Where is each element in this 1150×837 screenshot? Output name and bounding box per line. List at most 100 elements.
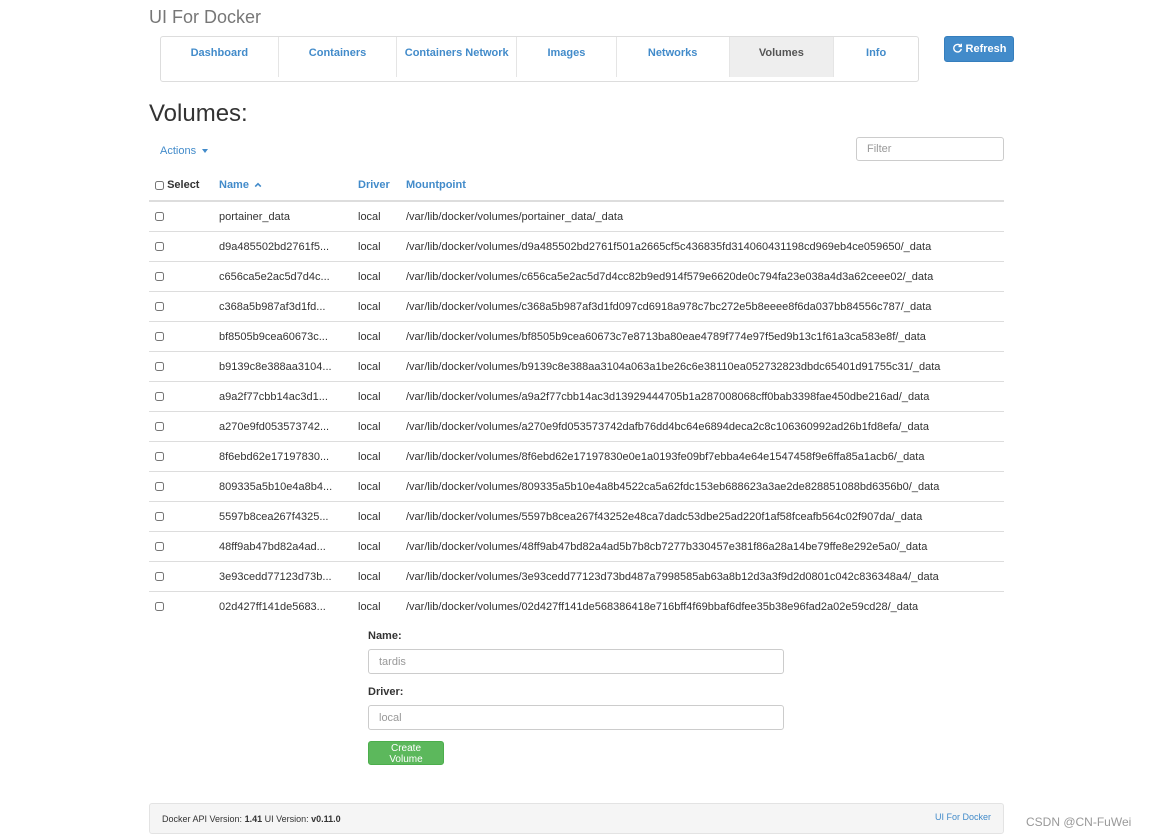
tab-containers[interactable]: Containers (279, 37, 398, 77)
row-select-checkbox[interactable] (155, 392, 164, 402)
table-row[interactable]: d9a485502bd2761f5... local/var/lib/docker… (149, 231, 1004, 262)
volume-driver-input[interactable] (368, 705, 784, 730)
caret-down-icon (202, 149, 209, 153)
create-volume-button[interactable]: Create Volume (368, 741, 444, 765)
filter-input[interactable] (856, 137, 1004, 161)
table-row[interactable]: 02d427ff141de5683... local/var/lib/docker… (149, 591, 1004, 621)
volume-mountpoint-cell: /var/lib/docker/volumes/a9a2f77cbb14ac3d… (406, 381, 1004, 412)
mountpoint-column-header[interactable]: Mountpoint (406, 170, 1004, 202)
row-select-checkbox[interactable] (155, 542, 164, 552)
name-field-label: Name: (368, 630, 402, 642)
volume-name-cell: a270e9fd053573742... (219, 411, 358, 442)
row-select-checkbox[interactable] (155, 332, 164, 342)
table-row[interactable]: 809335a5b10e4a8b4... local/var/lib/docker… (149, 471, 1004, 502)
refresh-icon (952, 42, 963, 56)
table-row[interactable]: 5597b8cea267f4325... local/var/lib/docker… (149, 501, 1004, 532)
volume-name-cell: portainer_data (219, 200, 358, 232)
actions-label: Actions (160, 145, 197, 157)
volume-driver-cell: local (358, 501, 406, 532)
volume-mountpoint-cell: /var/lib/docker/volumes/b9139c8e388aa310… (406, 351, 1004, 382)
volume-name-cell: bf8505b9cea60673c... (219, 321, 358, 352)
volume-driver-cell: local (358, 531, 406, 562)
row-select-checkbox[interactable] (155, 422, 164, 432)
table-row[interactable]: 3e93cedd77123d73b... local/var/lib/docker… (149, 561, 1004, 592)
table-row[interactable]: 8f6ebd62e17197830... local/var/lib/docker… (149, 441, 1004, 472)
table-row[interactable]: c656ca5e2ac5d7d4c... local/var/lib/docker… (149, 261, 1004, 292)
volume-name-cell: 02d427ff141de5683... (219, 591, 358, 621)
table-row[interactable]: portainer_data local/var/lib/docker/volum… (149, 200, 1004, 232)
tab-info[interactable]: Info (834, 37, 918, 77)
row-select-cell (149, 261, 219, 292)
footer-project-link[interactable]: UI For Docker (935, 812, 991, 822)
row-select-cell (149, 231, 219, 262)
volume-driver-cell: local (358, 351, 406, 382)
select-all-checkbox[interactable] (155, 180, 164, 190)
row-select-checkbox[interactable] (155, 512, 164, 522)
volume-mountpoint-cell: /var/lib/docker/volumes/c368a5b987af3d1f… (406, 291, 1004, 322)
table-row[interactable]: 48ff9ab47bd82a4ad... local/var/lib/docker… (149, 531, 1004, 562)
name-column-header[interactable]: Name (219, 170, 358, 202)
volume-mountpoint-cell: /var/lib/docker/volumes/c656ca5e2ac5d7d4… (406, 261, 1004, 292)
watermark: CSDN @CN-FuWei (1026, 815, 1132, 829)
volume-mountpoint-cell: /var/lib/docker/volumes/8f6ebd62e1719783… (406, 441, 1004, 472)
row-select-checkbox[interactable] (155, 302, 164, 312)
api-version-label: Docker API Version: (162, 814, 243, 824)
row-select-cell (149, 441, 219, 472)
volumes-table-body: portainer_data local/var/lib/docker/volum… (149, 200, 1004, 621)
volume-mountpoint-cell: /var/lib/docker/volumes/bf8505b9cea60673… (406, 321, 1004, 352)
row-select-cell (149, 531, 219, 562)
volume-driver-cell: local (358, 471, 406, 502)
footer: Docker API Version: 1.41 UI Version: v0.… (149, 803, 1004, 834)
refresh-label: Refresh (965, 43, 1007, 55)
volume-mountpoint-cell: /var/lib/docker/volumes/5597b8cea267f432… (406, 501, 1004, 532)
row-select-checkbox[interactable] (155, 242, 164, 252)
main-nav: Dashboard Containers Containers Network … (160, 36, 919, 82)
refresh-button[interactable]: Refresh (944, 36, 1014, 62)
row-select-checkbox[interactable] (155, 602, 164, 612)
volume-name-cell: c656ca5e2ac5d7d4c... (219, 261, 358, 292)
volume-driver-cell: local (358, 561, 406, 592)
volumes-table: Select Name Driver Mountpoint portainer_… (149, 170, 1004, 621)
tab-networks[interactable]: Networks (617, 37, 730, 77)
tab-containers-network[interactable]: Containers Network (397, 37, 518, 77)
table-row[interactable]: bf8505b9cea60673c... local/var/lib/docker… (149, 321, 1004, 352)
row-select-checkbox[interactable] (155, 272, 164, 282)
row-select-cell (149, 591, 219, 621)
volume-name-cell: 809335a5b10e4a8b4... (219, 471, 358, 502)
driver-field-label: Driver: (368, 686, 404, 698)
row-select-checkbox[interactable] (155, 482, 164, 492)
row-select-checkbox[interactable] (155, 572, 164, 582)
table-row[interactable]: a9a2f77cbb14ac3d1... local/var/lib/docker… (149, 381, 1004, 412)
row-select-cell (149, 381, 219, 412)
row-select-checkbox[interactable] (155, 362, 164, 372)
tab-volumes[interactable]: Volumes (729, 37, 835, 77)
create-volume-form: Name: Driver: (368, 630, 784, 730)
row-select-cell (149, 291, 219, 322)
page-title: Volumes: (149, 100, 248, 127)
table-row[interactable]: c368a5b987af3d1fd... local/var/lib/docker… (149, 291, 1004, 322)
ui-version-value: v0.11.0 (311, 814, 341, 824)
volume-driver-cell: local (358, 411, 406, 442)
driver-column-header[interactable]: Driver (358, 170, 406, 202)
volume-name-cell: d9a485502bd2761f5... (219, 231, 358, 262)
row-select-cell (149, 321, 219, 352)
volume-driver-cell: local (358, 231, 406, 262)
volume-name-input[interactable] (368, 649, 784, 674)
volume-mountpoint-cell: /var/lib/docker/volumes/3e93cedd77123d73… (406, 561, 1004, 592)
table-row[interactable]: a270e9fd053573742... local/var/lib/docker… (149, 411, 1004, 442)
volume-mountpoint-cell: /var/lib/docker/volumes/d9a485502bd2761f… (406, 231, 1004, 262)
volume-name-cell: b9139c8e388aa3104... (219, 351, 358, 382)
row-select-checkbox[interactable] (155, 212, 164, 222)
version-info: Docker API Version: 1.41 UI Version: v0.… (162, 814, 341, 824)
volume-mountpoint-cell: /var/lib/docker/volumes/48ff9ab47bd82a4a… (406, 531, 1004, 562)
volume-driver-cell: local (358, 321, 406, 352)
actions-dropdown[interactable]: Actions (160, 145, 209, 157)
tab-dashboard[interactable]: Dashboard (161, 37, 279, 77)
tab-images[interactable]: Images (517, 37, 617, 77)
api-version-value: 1.41 (244, 814, 263, 824)
volume-driver-cell: local (358, 261, 406, 292)
volume-name-cell: a9a2f77cbb14ac3d1... (219, 381, 358, 412)
volume-name-cell: 48ff9ab47bd82a4ad... (219, 531, 358, 562)
row-select-checkbox[interactable] (155, 452, 164, 462)
table-row[interactable]: b9139c8e388aa3104... local/var/lib/docker… (149, 351, 1004, 382)
